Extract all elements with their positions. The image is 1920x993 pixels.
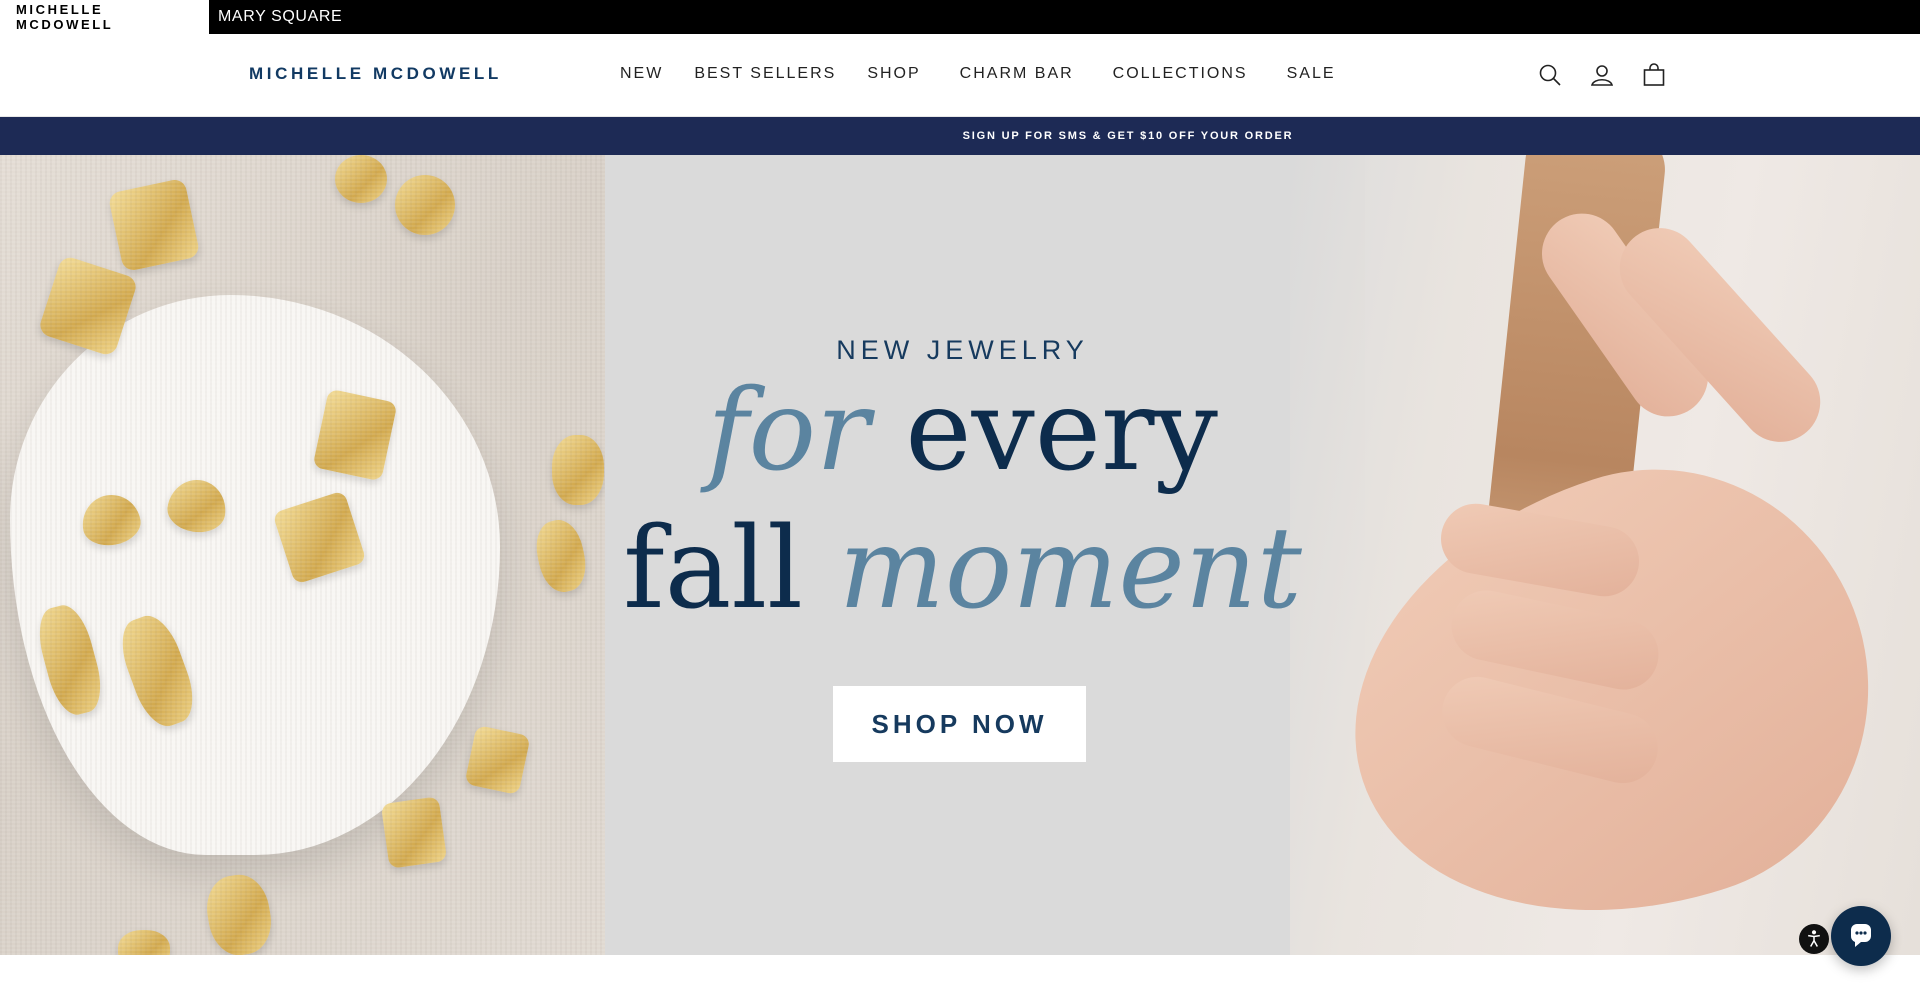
nav-item-collections[interactable]: COLLECTIONS xyxy=(1113,65,1248,83)
earring-gold xyxy=(312,388,398,482)
hero-headline-word: every xyxy=(905,366,1218,496)
accessibility-icon[interactable] xyxy=(1799,924,1829,954)
earring-gold xyxy=(201,870,277,955)
earring-gold xyxy=(107,177,201,273)
earring-gold xyxy=(118,930,170,955)
earring-gold xyxy=(380,796,448,869)
nav-item-shop[interactable]: SHOP xyxy=(867,65,920,83)
earring-gold xyxy=(552,435,604,505)
hero-image-model-hand xyxy=(1290,155,1920,955)
hero-headline-line1: for every xyxy=(605,375,1320,487)
shop-now-button[interactable]: SHOP NOW xyxy=(833,686,1086,762)
header-icons xyxy=(1536,61,1668,89)
nav-item-new[interactable]: NEW xyxy=(620,65,663,83)
hero-kicker: NEW JEWELRY xyxy=(836,335,1089,365)
earring-gold xyxy=(78,490,144,550)
hero-headline-script-word: moment xyxy=(838,504,1302,634)
brand-tab-michelle-mcdowell[interactable]: MICHELLE MCDOWELL xyxy=(0,0,209,34)
announcement-bar[interactable]: SIGN UP FOR SMS & GET $10 OFF YOUR ORDER xyxy=(0,117,1920,155)
earring-gold xyxy=(37,254,139,358)
earring-gold xyxy=(112,608,203,734)
announcement-text: SIGN UP FOR SMS & GET $10 OFF YOUR ORDER xyxy=(962,130,1294,142)
earring-gold xyxy=(531,516,591,596)
brand-tab-mary-square[interactable]: MARY SQUARE xyxy=(209,0,358,34)
hero-copy: NEW JEWELRY for every fall moment SHOP N… xyxy=(605,155,1320,955)
earring-gold xyxy=(272,490,367,585)
hero-headline-script-word: for xyxy=(707,366,870,496)
nav-item-best-sellers[interactable]: BEST SELLERS xyxy=(694,65,836,83)
nav-item-sale[interactable]: SALE xyxy=(1287,65,1336,83)
brand-switcher-bar: MICHELLE MCDOWELL MARY SQUARE xyxy=(0,0,1920,34)
cart-icon[interactable] xyxy=(1640,61,1668,89)
main-nav: NEW BEST SELLERS SHOP CHARM BAR COLLECTI… xyxy=(620,65,1336,83)
chat-icon[interactable] xyxy=(1831,906,1891,966)
page-below-fold xyxy=(0,955,1920,993)
earring-gold xyxy=(164,476,230,536)
search-icon[interactable] xyxy=(1536,61,1564,89)
hero-headline-word: fall xyxy=(623,504,803,634)
site-logo[interactable]: MICHELLE MCDOWELL xyxy=(249,64,502,84)
account-icon[interactable] xyxy=(1588,61,1616,89)
earring-gold xyxy=(395,175,455,235)
hero-headline-line2: fall moment xyxy=(605,513,1320,625)
hero-banner[interactable]: NEW JEWELRY for every fall moment SHOP N… xyxy=(0,155,1920,955)
ceramic-tray xyxy=(10,295,500,855)
earring-gold xyxy=(335,155,387,203)
site-header: MICHELLE MCDOWELL NEW BEST SELLERS SHOP … xyxy=(0,34,1920,117)
earring-gold xyxy=(464,724,531,796)
hero-image-jewelry-tray xyxy=(0,155,605,955)
nav-item-charm-bar[interactable]: CHARM BAR xyxy=(960,65,1074,83)
earring-gold xyxy=(31,600,109,720)
